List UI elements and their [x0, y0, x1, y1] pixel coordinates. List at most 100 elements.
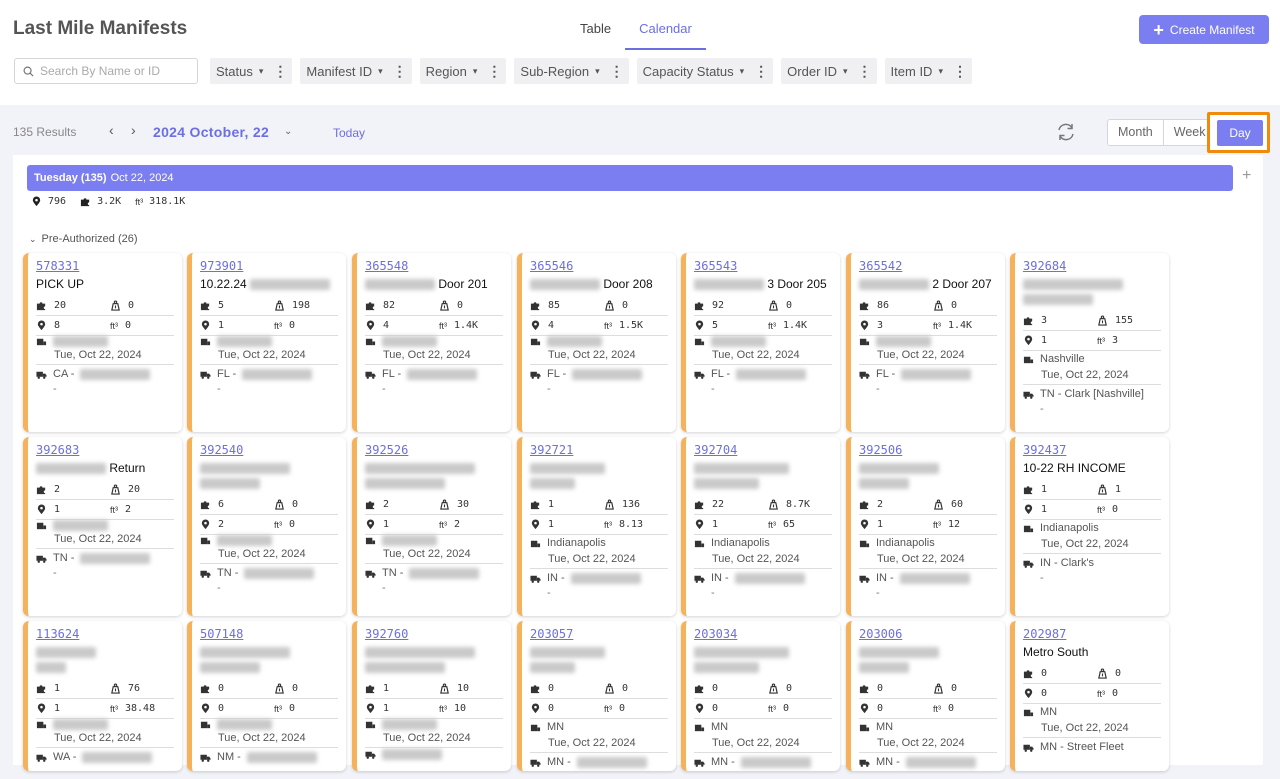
manifest-card[interactable]: 392437 10-22 RH INCOME 1 1 1 ft³ 0 Indianapolis…	[1010, 437, 1169, 616]
item-count: 2	[877, 499, 884, 510]
more-icon[interactable]: ⋮	[754, 63, 768, 80]
chevron-right-icon[interactable]: ›	[131, 122, 136, 138]
current-date[interactable]: 2024 October, 22	[153, 124, 269, 140]
origin-block: MN Tue, Oct 22, 2024 MN -	[694, 719, 832, 770]
create-manifest-button[interactable]: + Create Manifest	[1139, 15, 1269, 44]
puzzle-icon	[365, 302, 375, 311]
chevron-down-icon[interactable]: ⌄	[284, 126, 292, 137]
view-month-button[interactable]: Month	[1108, 120, 1164, 145]
manifest-id-link[interactable]: 365548	[365, 259, 503, 273]
capacity-row: 60	[200, 495, 338, 515]
origin-block: Tue, Oct 22, 2024 NM -	[200, 719, 338, 765]
origin-block: Indianapolis Tue, Oct 22, 2024 IN -	[694, 535, 832, 586]
origin-location: MN	[876, 721, 894, 733]
manifest-id-link[interactable]: 203034	[694, 627, 832, 641]
filter-manifest-id[interactable]: Manifest ID ▾ ⋮	[300, 58, 412, 84]
origin-location: Indianapolis	[876, 537, 935, 549]
manifest-id-link[interactable]: 392437	[1023, 443, 1161, 457]
weight-icon	[934, 300, 943, 311]
stops-row: 4 ft³ 1.4K	[365, 316, 503, 336]
origin-block: Tue, Oct 22, 2024	[365, 719, 503, 760]
redacted-text	[905, 756, 976, 768]
manifest-card[interactable]: 392526 2 30 1 ft³ 2 Tue, Oct 22, 2024 TN - -	[352, 437, 511, 616]
manifest-id-link[interactable]: 392721	[530, 443, 668, 457]
chevron-left-icon[interactable]: ‹	[109, 122, 114, 138]
refresh-icon[interactable]	[1055, 121, 1077, 143]
manifest-card[interactable]: 365548 Door 201 82 0 4 ft³ 1.4K Tue, Oct 22, 2…	[352, 253, 511, 432]
filter-order-id[interactable]: Order ID ▾ ⋮	[781, 58, 877, 84]
filter-item-id[interactable]: Item ID ▾ ⋮	[884, 58, 972, 84]
carrier: TN - Clark [Nashville]	[1040, 388, 1144, 400]
manifest-card[interactable]: 578331 PICK UP 20 0 8 ft³ 0 Tue, Oct 22, 2024 CA…	[23, 253, 182, 432]
filter-capacity-status[interactable]: Capacity Status ▾ ⋮	[636, 58, 774, 84]
manifest-card[interactable]: 392684 3 155 1 ft³ 3 Nashville Tue, Oct 22, 202…	[1010, 253, 1169, 432]
group-header[interactable]: ⌄ Pre-Authorized (26)	[29, 233, 138, 245]
weight-icon	[934, 499, 943, 510]
manifest-id-link[interactable]: 392684	[1023, 259, 1161, 273]
manifest-card[interactable]: 203006 0 0 0 ft³ 0 MN Tue, Oct 22, 2024 MN -	[846, 621, 1005, 771]
manifest-card[interactable]: 203034 0 0 0 ft³ 0 MN Tue, Oct 22, 2024 MN -	[681, 621, 840, 771]
manifest-name: Door 201	[365, 277, 503, 292]
manifest-card[interactable]: 507148 0 0 0 ft³ 0 Tue, Oct 22, 2024 NM -	[187, 621, 346, 771]
more-icon[interactable]: ⋮	[610, 63, 624, 80]
manifest-id-link[interactable]: 392506	[859, 443, 997, 457]
manifest-id-link[interactable]: 113624	[36, 627, 174, 641]
manifest-id-link[interactable]: 392760	[365, 627, 503, 641]
carrier: MN -	[876, 756, 900, 768]
manifest-card[interactable]: 365542 2 Door 207 86 0 3 ft³ 1.4K Tue, Oct 22,…	[846, 253, 1005, 432]
manifest-card[interactable]: 392760 1 10 1 ft³ 10 Tue, Oct 22, 2024	[352, 621, 511, 771]
manifest-card[interactable]: 392704 22 8.7K 1 ft³ 65 Indianapolis Tue, Oct 2…	[681, 437, 840, 616]
manifest-name: 2 Door 207	[859, 277, 997, 292]
manifest-id-link[interactable]: 365543	[694, 259, 832, 273]
manifest-card[interactable]: 392721 1 136 1 ft³ 8.13 Indianapolis Tue, Oct 2…	[517, 437, 676, 616]
today-button[interactable]: Today	[333, 126, 365, 140]
map-pin-icon	[531, 703, 540, 714]
more-icon[interactable]: ⋮	[858, 63, 872, 80]
manifest-card[interactable]: 392540 6 0 2 ft³ 0 Tue, Oct 22, 2024 TN - -	[187, 437, 346, 616]
manifest-card[interactable]: 392683 Return 2 20 1 ft³ 2 Tue, Oct 22, 2024 TN…	[23, 437, 182, 616]
tab-table[interactable]: Table	[566, 10, 625, 50]
day-header-bar[interactable]: Tuesday (135) Oct 22, 2024	[27, 165, 1233, 191]
manifest-id-link[interactable]: 392683	[36, 443, 174, 457]
manifest-id-link[interactable]: 365546	[530, 259, 668, 273]
manifest-card[interactable]: 365543 3 Door 205 92 0 5 ft³ 1.4K Tue, Oct 22,…	[681, 253, 840, 432]
manifest-id-link[interactable]: 392540	[200, 443, 338, 457]
manifest-id-link[interactable]: 507148	[200, 627, 338, 641]
manifest-id-link[interactable]: 365542	[859, 259, 997, 273]
more-icon[interactable]: ⋮	[273, 63, 287, 80]
manifest-card[interactable]: 203057 0 0 0 ft³ 0 MN Tue, Oct 22, 2024 MN -	[517, 621, 676, 771]
filter-region[interactable]: Region ▾ ⋮	[419, 58, 507, 84]
filter-sub-region[interactable]: Sub-Region ▾ ⋮	[514, 58, 629, 84]
view-day-button[interactable]: Day	[1217, 120, 1263, 146]
manifest-card[interactable]: 973901 10.22.24 5 198 1 ft³ 0 Tue, Oct 22, 202…	[187, 253, 346, 432]
weight-value: 20	[128, 484, 141, 495]
item-count: 1	[54, 683, 61, 694]
weight-value: 0	[457, 300, 464, 311]
manifest-card[interactable]: 202987 Metro South 0 0 0 ft³ 0 MN Tue, Oct 22, 2…	[1010, 621, 1169, 771]
tab-calendar[interactable]: Calendar	[625, 10, 706, 50]
truck-icon	[365, 751, 376, 759]
manifest-id-link[interactable]: 392704	[694, 443, 832, 457]
search-input[interactable]	[40, 64, 180, 78]
map-pin-icon	[531, 519, 540, 530]
manifest-id-link[interactable]: 392526	[365, 443, 503, 457]
warehouse-icon	[694, 338, 705, 346]
manifest-id-link[interactable]: 202987	[1023, 627, 1161, 641]
add-icon[interactable]: +	[1242, 167, 1251, 185]
manifest-id-link[interactable]: 203006	[859, 627, 997, 641]
more-icon[interactable]: ⋮	[487, 63, 501, 80]
manifest-card[interactable]: 392506 2 60 1 ft³ 12 Indianapolis Tue, Oct 22, …	[846, 437, 1005, 616]
plus-icon: +	[1153, 19, 1164, 40]
manifest-name	[530, 645, 668, 675]
filter-status[interactable]: Status ▾ ⋮	[210, 58, 293, 84]
manifest-id-link[interactable]: 973901	[200, 259, 338, 273]
manifest-card[interactable]: 113624 1 76 1 ft³ 38.48 Tue, Oct 22, 2024 WA -	[23, 621, 182, 771]
more-icon[interactable]: ⋮	[953, 63, 967, 80]
manifest-card[interactable]: 365546 Door 208 85 0 4 ft³ 1.5K Tue, Oct 22, 2…	[517, 253, 676, 432]
stat-stops-value: 796	[48, 196, 67, 207]
manifest-id-link[interactable]: 203057	[530, 627, 668, 641]
item-count: 0	[218, 683, 225, 694]
manifest-id-link[interactable]: 578331	[36, 259, 174, 273]
map-pin-icon	[32, 196, 41, 207]
more-icon[interactable]: ⋮	[393, 63, 407, 80]
